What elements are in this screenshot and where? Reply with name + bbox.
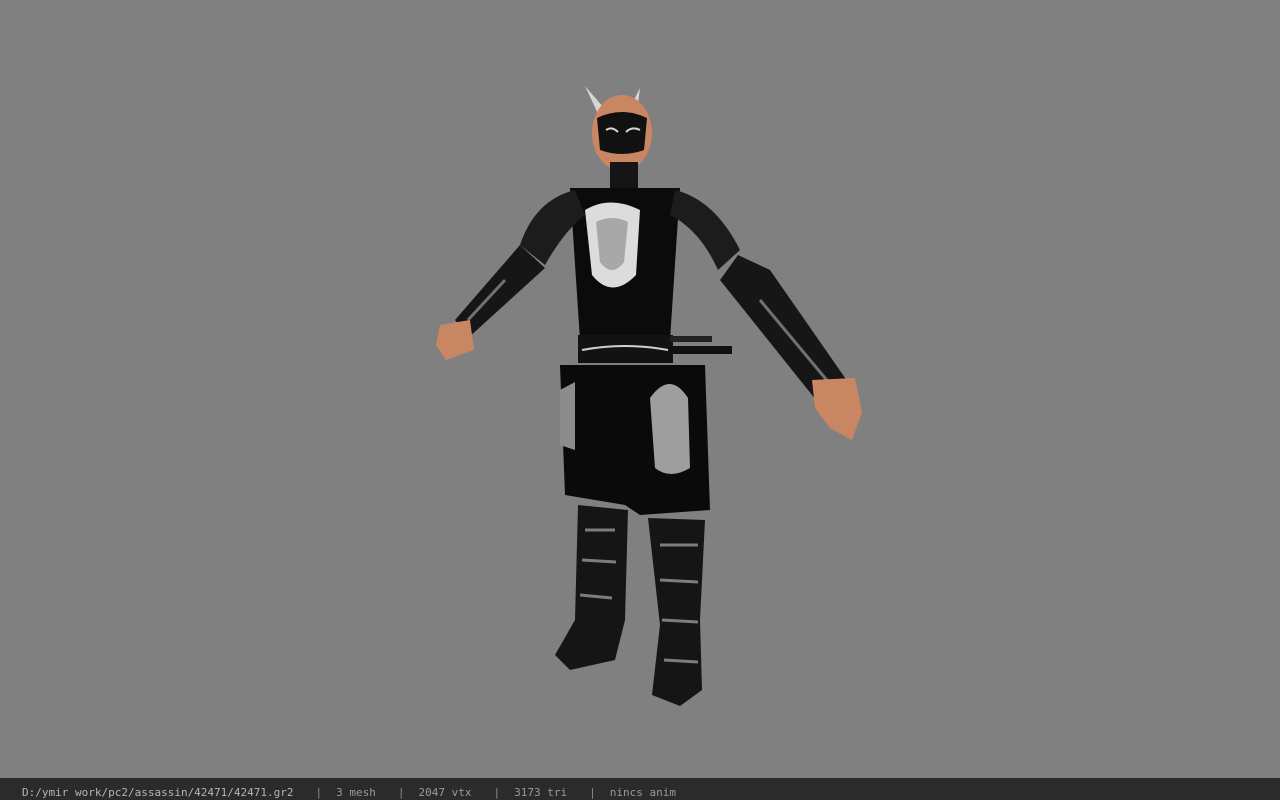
status-separator: | (397, 786, 405, 799)
right-hand (812, 378, 862, 440)
right-shoulder (670, 190, 740, 270)
character-model[interactable] (0, 0, 1280, 778)
file-path: D:/ymir work/pc2/assassin/42471/42471.gr… (22, 786, 294, 799)
mesh-count: 3 mesh (336, 786, 376, 799)
sword-handle (670, 346, 732, 354)
left-hand (436, 320, 474, 360)
status-bar: D:/ymir work/pc2/assassin/42471/42471.gr… (0, 778, 1280, 800)
3d-viewport[interactable] (0, 0, 1280, 778)
mask (597, 112, 647, 154)
left-thigh-pattern (560, 382, 575, 450)
status-separator: | (315, 786, 323, 799)
status-separator: | (589, 786, 596, 799)
vertex-count: 2047 vtx (418, 786, 472, 799)
triangle-count: 3173 tri (514, 786, 568, 799)
status-separator: | (493, 786, 501, 799)
right-thigh-pattern (650, 384, 690, 474)
animation-status: nincs anim (609, 786, 676, 799)
